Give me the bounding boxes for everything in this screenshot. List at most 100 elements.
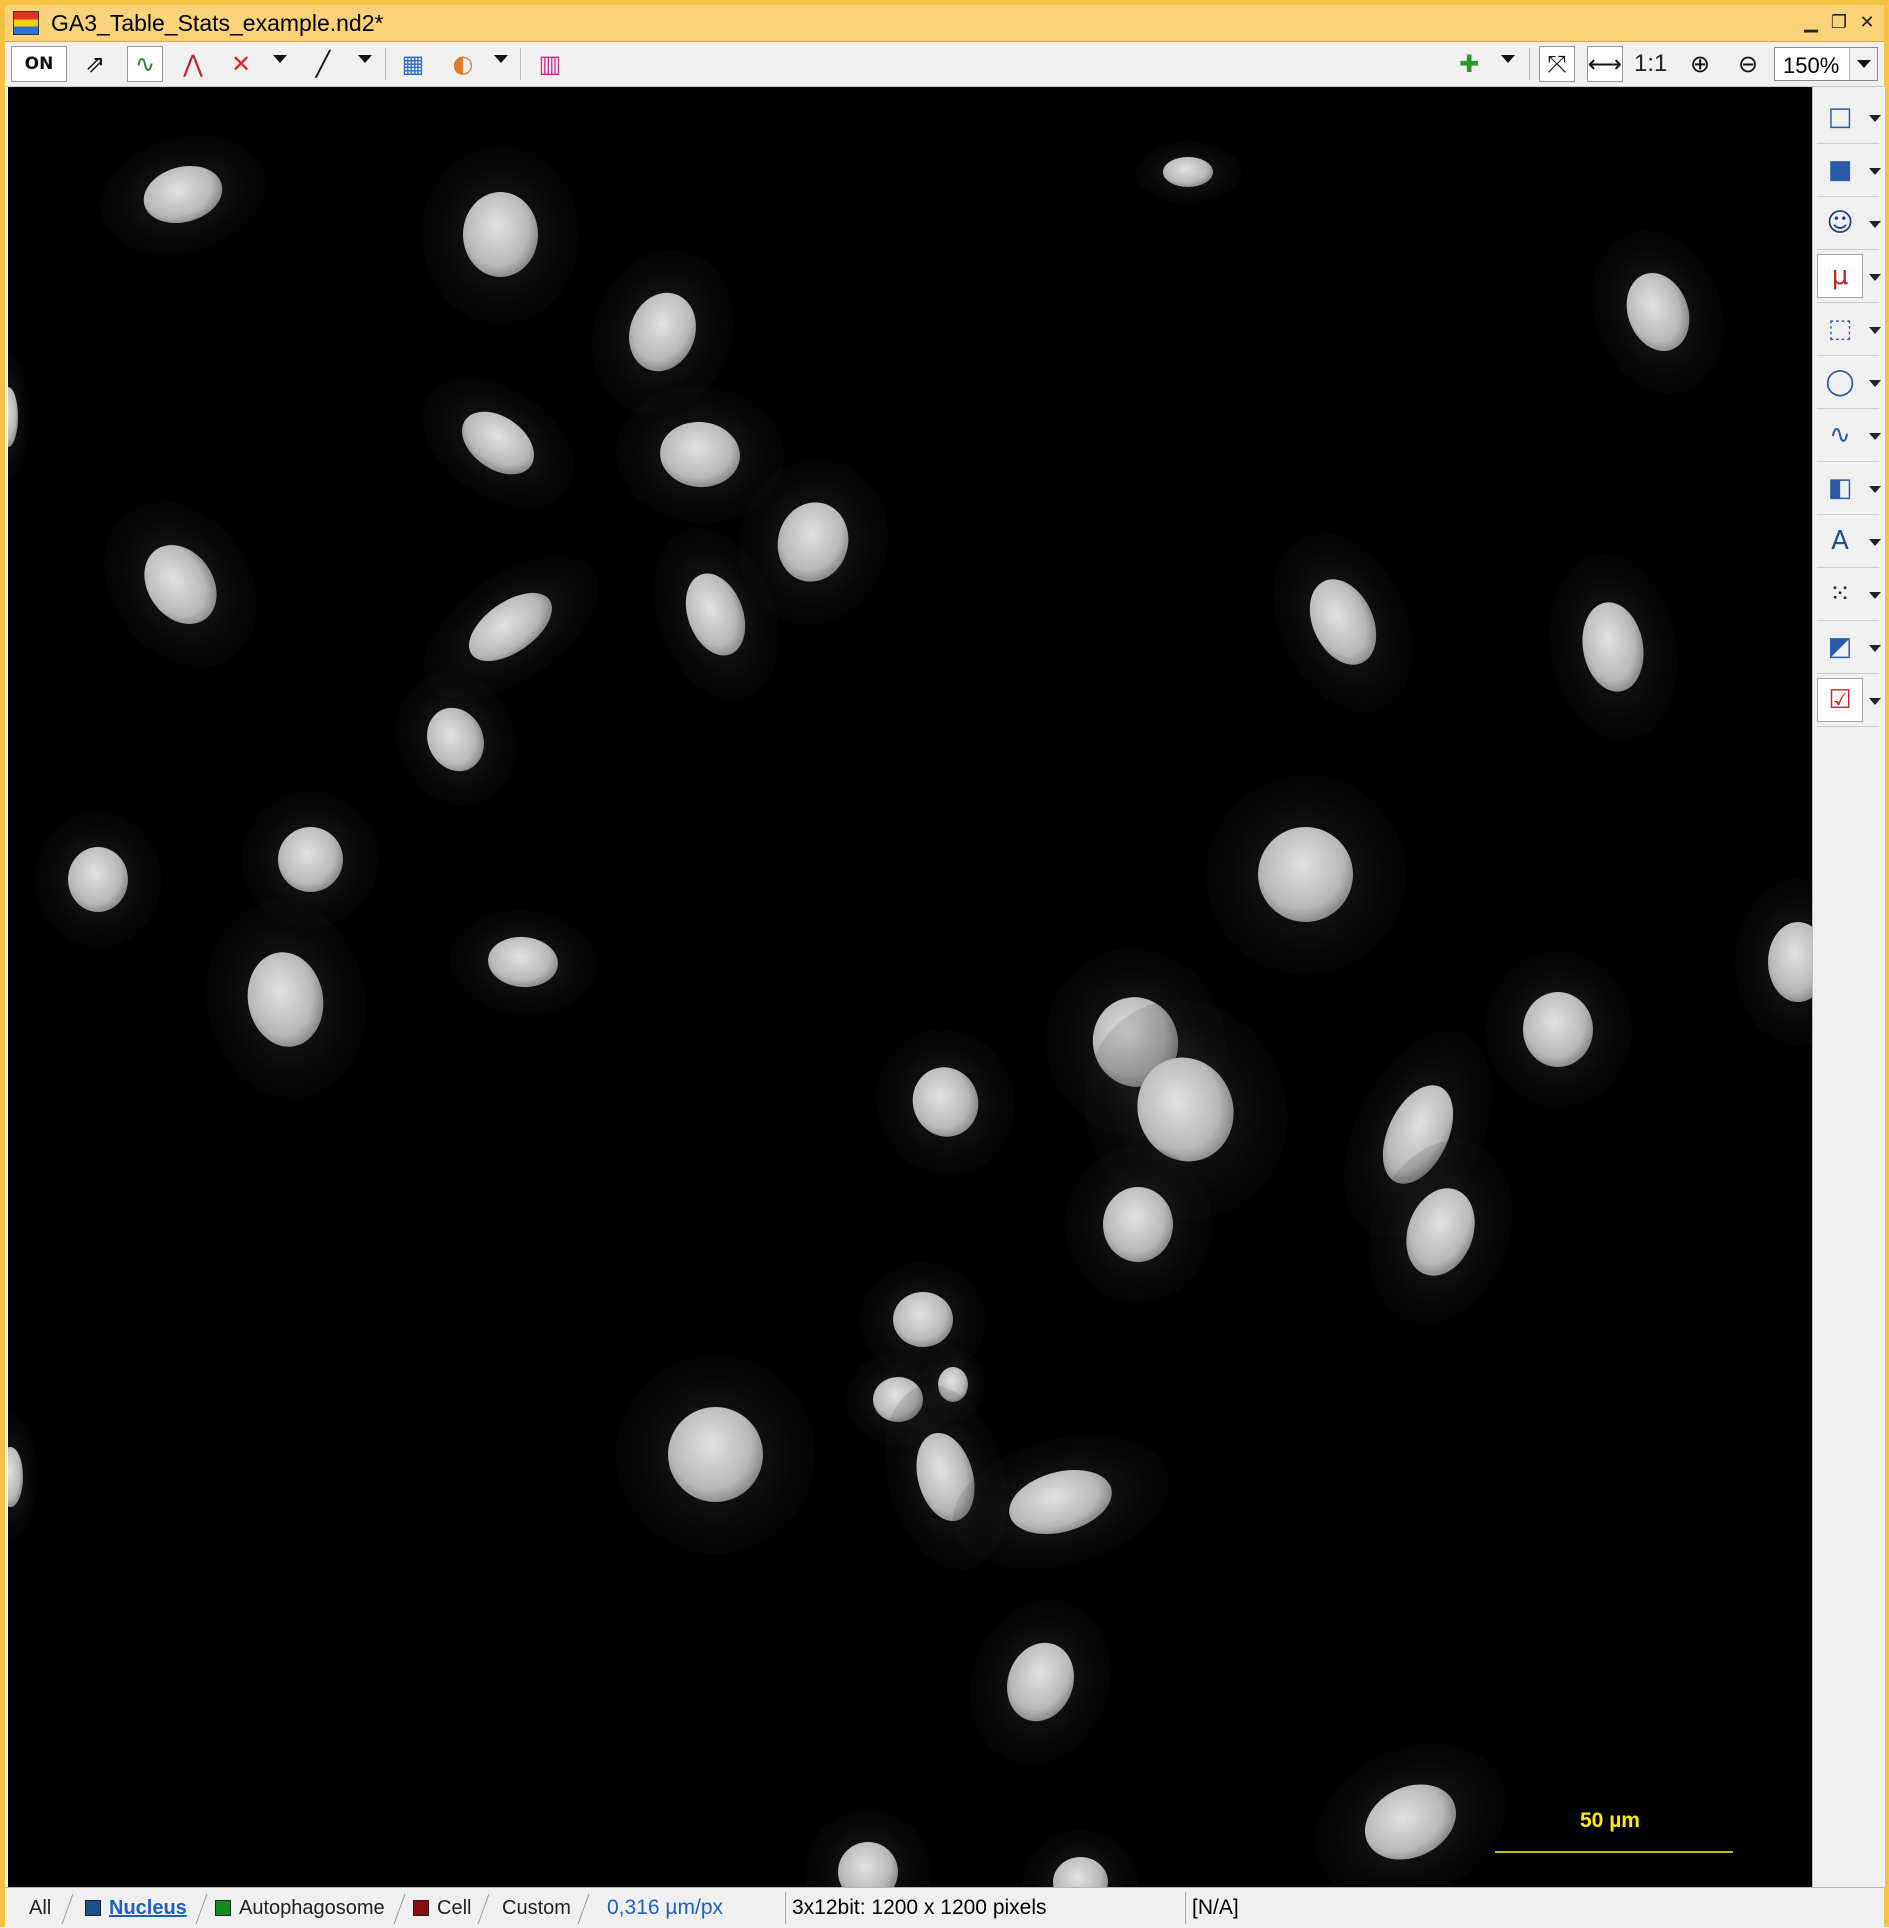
- gamma-dropdown[interactable]: [358, 55, 372, 63]
- cell-swatch: [413, 1900, 429, 1916]
- tab-nucleus[interactable]: Nucleus: [85, 1892, 187, 1924]
- fit-to-window-icon[interactable]: ⤧: [1539, 46, 1575, 82]
- tool-dropdown-arrow[interactable]: [1869, 327, 1881, 334]
- tab-separator: [577, 1894, 590, 1924]
- tool-dropdown-arrow[interactable]: [1869, 274, 1881, 281]
- tool-separator: [1817, 143, 1879, 144]
- toolbar-separator: [1529, 48, 1530, 80]
- auto-scale-icon[interactable]: ⇗: [77, 46, 113, 82]
- fit-width-icon[interactable]: ⟷: [1587, 46, 1623, 82]
- binary-icon[interactable]: ◩: [1817, 625, 1863, 669]
- pixel-value-readout: [N/A]: [1185, 1892, 1345, 1924]
- tool-separator: [1817, 196, 1879, 197]
- tab-label: Custom: [502, 1896, 571, 1919]
- rectangle-outline-icon[interactable]: □: [1817, 95, 1863, 139]
- live-histogram-icon[interactable]: ∿: [127, 46, 163, 82]
- nucleus-swatch: [85, 1900, 101, 1916]
- zoom-in-icon[interactable]: ⊕: [1682, 46, 1718, 82]
- lut-on-toggle-icon[interactable]: ON: [11, 46, 67, 82]
- tool-dropdown-arrow[interactable]: [1869, 221, 1881, 228]
- rectangle-filled-icon[interactable]: ■: [1817, 148, 1863, 192]
- tab-separator: [61, 1894, 74, 1924]
- tab-cell[interactable]: Cell: [413, 1892, 471, 1924]
- tool-separator: [1817, 302, 1879, 303]
- scalebar-label: 50 µm: [1580, 1809, 1640, 1832]
- close-button[interactable]: ✕: [1858, 14, 1876, 32]
- channel-layout-icon[interactable]: ▦: [395, 46, 431, 82]
- zoom-level-value: 150%: [1783, 53, 1840, 78]
- image-toolbar: ON ⇗ ∿ ⋀ ✕ ╱ ▦ ◐ ▥ ✚ ⤧ ⟷ 1:1 ⊕ ⊖ 150%: [5, 42, 1884, 87]
- bookmark-icon[interactable]: ◧: [1817, 466, 1863, 510]
- reset-lut-icon[interactable]: ✕: [223, 46, 259, 82]
- add-layer-icon[interactable]: ✚: [1451, 46, 1487, 82]
- tool-separator: [1817, 620, 1879, 621]
- checklist-icon[interactable]: ☑: [1817, 678, 1863, 722]
- gamma-icon[interactable]: ╱: [305, 46, 341, 82]
- tool-separator: [1817, 461, 1879, 462]
- chevron-down-icon[interactable]: [1849, 48, 1877, 80]
- nucleus: [1163, 157, 1213, 187]
- tab-label: Nucleus: [109, 1896, 187, 1919]
- maximize-button[interactable]: ❐: [1830, 14, 1848, 32]
- object-count-icon[interactable]: ⁙: [1817, 572, 1863, 616]
- toolbar-separator: [520, 48, 521, 80]
- tool-separator: [1817, 726, 1879, 727]
- calibration-readout[interactable]: 0,316 µm/px: [601, 1892, 785, 1924]
- window-title: GA3_Table_Stats_example.nd2*: [51, 10, 384, 36]
- nucleus: [68, 847, 128, 912]
- tab-autophagosome[interactable]: Autophagosome: [215, 1892, 385, 1924]
- tab-label: Cell: [437, 1896, 472, 1919]
- nucleus: [893, 1292, 953, 1347]
- tool-dropdown-arrow[interactable]: [1869, 486, 1881, 493]
- tool-dropdown-arrow[interactable]: [1869, 168, 1881, 175]
- status-bar: All Nucleus Autophagosome Cell Custom 0,…: [5, 1887, 1884, 1928]
- toolbar-separator: [385, 48, 386, 80]
- zoom-one-to-one-button[interactable]: 1:1: [1634, 50, 1667, 78]
- title-bar[interactable]: GA3_Table_Stats_example.nd2* ▁ ❐ ✕: [5, 5, 1884, 42]
- tool-separator: [1817, 673, 1879, 674]
- image-viewport[interactable]: 50 µm: [8, 87, 1812, 1887]
- nucleus: [668, 1407, 763, 1502]
- measure-length-icon[interactable]: μ: [1817, 254, 1863, 298]
- tab-label: All: [29, 1896, 52, 1919]
- lut-options-dropdown[interactable]: [273, 55, 287, 63]
- tab-separator: [393, 1894, 406, 1924]
- nucleus: [1523, 992, 1593, 1067]
- zoom-out-icon[interactable]: ⊖: [1730, 46, 1766, 82]
- annotation-tool-panel: □ ■ ☺ μ ⬚ ◯ ∿ ◧ A ⁙ ◩ ☑: [1812, 87, 1885, 1887]
- tool-dropdown-arrow[interactable]: [1869, 433, 1881, 440]
- blend-dropdown[interactable]: [494, 55, 508, 63]
- tab-custom[interactable]: Custom: [502, 1892, 571, 1924]
- add-layer-dropdown[interactable]: [1501, 55, 1515, 63]
- tool-dropdown-arrow[interactable]: [1869, 539, 1881, 546]
- color-blend-icon[interactable]: ◐: [445, 46, 481, 82]
- tool-separator: [1817, 514, 1879, 515]
- tool-dropdown-arrow[interactable]: [1869, 645, 1881, 652]
- text-annotation-icon[interactable]: A: [1817, 519, 1863, 563]
- spectrum-icon[interactable]: ▥: [532, 46, 568, 82]
- tool-separator: [1817, 567, 1879, 568]
- mask-icon[interactable]: ☺: [1817, 201, 1863, 245]
- roi-ellipse-icon[interactable]: ◯: [1817, 360, 1863, 404]
- document-window: GA3_Table_Stats_example.nd2* ▁ ❐ ✕ ON ⇗ …: [0, 0, 1889, 1928]
- tab-all[interactable]: All: [29, 1892, 51, 1924]
- minimize-button[interactable]: ▁: [1802, 14, 1820, 32]
- zoom-level-select[interactable]: 150%: [1774, 47, 1878, 81]
- tool-dropdown-arrow[interactable]: [1869, 592, 1881, 599]
- tool-dropdown-arrow[interactable]: [1869, 698, 1881, 705]
- image-info-readout: 3x12bit: 1200 x 1200 pixels: [785, 1892, 1185, 1924]
- nucleus: [1103, 1187, 1173, 1262]
- intensity-profile-icon[interactable]: ∿: [1817, 413, 1863, 457]
- crop-icon[interactable]: ⬚: [1817, 307, 1863, 351]
- tool-dropdown-arrow[interactable]: [1869, 380, 1881, 387]
- autophagosome-swatch: [215, 1900, 231, 1916]
- scalebar: [1495, 1851, 1733, 1853]
- tool-dropdown-arrow[interactable]: [1869, 115, 1881, 122]
- tab-label: Autophagosome: [239, 1896, 385, 1919]
- tool-separator: [1817, 408, 1879, 409]
- nucleus: [278, 827, 343, 892]
- curve-icon[interactable]: ⋀: [175, 46, 211, 82]
- nucleus: [463, 192, 538, 277]
- tool-separator: [1817, 249, 1879, 250]
- tab-separator: [195, 1894, 208, 1924]
